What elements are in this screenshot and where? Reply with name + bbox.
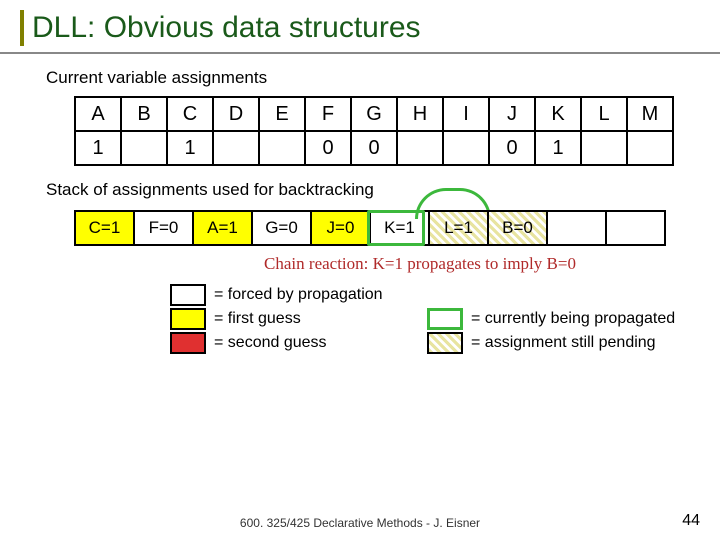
stack-cell: G=0 xyxy=(252,211,311,245)
subhead-stack: Stack of assignments used for backtracki… xyxy=(46,180,720,200)
var-value xyxy=(121,131,167,165)
chain-reaction-caption: Chain reaction: K=1 propagates to imply … xyxy=(120,254,720,274)
var-header: A xyxy=(75,97,121,131)
legend-label: = first guess xyxy=(214,310,301,328)
swatch-pending-icon xyxy=(427,332,463,354)
swatch-current-icon xyxy=(427,308,463,330)
var-value xyxy=(213,131,259,165)
legend-label: = second guess xyxy=(214,334,327,352)
var-header: D xyxy=(213,97,259,131)
stack-table: C=1 F=0 A=1 G=0 J=0 K=1 L=1 B=0 xyxy=(74,210,666,246)
var-header: J xyxy=(489,97,535,131)
legend: = forced by propagation = first guess = … xyxy=(170,282,720,356)
var-value: 1 xyxy=(535,131,581,165)
slide-title: DLL: Obvious data structures xyxy=(32,11,421,44)
stack-cell: F=0 xyxy=(134,211,193,245)
stack-cell xyxy=(606,211,665,245)
variables-table: A B C D E F G H I J K L M 1 1 0 0 0 1 xyxy=(74,96,674,166)
legend-label: = assignment still pending xyxy=(471,334,656,352)
var-header: M xyxy=(627,97,673,131)
var-header: F xyxy=(305,97,351,131)
stack-cell: A=1 xyxy=(193,211,252,245)
legend-label: = currently being propagated xyxy=(471,310,675,328)
legend-label: = forced by propagation xyxy=(214,286,383,304)
var-header: G xyxy=(351,97,397,131)
var-header: C xyxy=(167,97,213,131)
swatch-first-icon xyxy=(170,308,206,330)
stack-cell: K=1 xyxy=(370,211,429,245)
var-value: 0 xyxy=(305,131,351,165)
swatch-second-icon xyxy=(170,332,206,354)
var-value: 0 xyxy=(489,131,535,165)
var-header: I xyxy=(443,97,489,131)
stack-cell: L=1 xyxy=(429,211,488,245)
page-number: 44 xyxy=(682,512,700,530)
var-value: 0 xyxy=(351,131,397,165)
stack-cell: C=1 xyxy=(75,211,134,245)
var-value xyxy=(443,131,489,165)
var-value xyxy=(627,131,673,165)
var-value xyxy=(397,131,443,165)
var-header: L xyxy=(581,97,627,131)
footer-text: 600. 325/425 Declarative Methods - J. Ei… xyxy=(0,516,720,530)
var-header: K xyxy=(535,97,581,131)
stack-cell xyxy=(547,211,606,245)
var-value xyxy=(259,131,305,165)
stack-cell: J=0 xyxy=(311,211,370,245)
var-header: E xyxy=(259,97,305,131)
subhead-current-vars: Current variable assignments xyxy=(46,68,720,88)
stack-cell: B=0 xyxy=(488,211,547,245)
var-header: H xyxy=(397,97,443,131)
var-header: B xyxy=(121,97,167,131)
var-value: 1 xyxy=(167,131,213,165)
var-value xyxy=(581,131,627,165)
var-value: 1 xyxy=(75,131,121,165)
swatch-forced-icon xyxy=(170,284,206,306)
